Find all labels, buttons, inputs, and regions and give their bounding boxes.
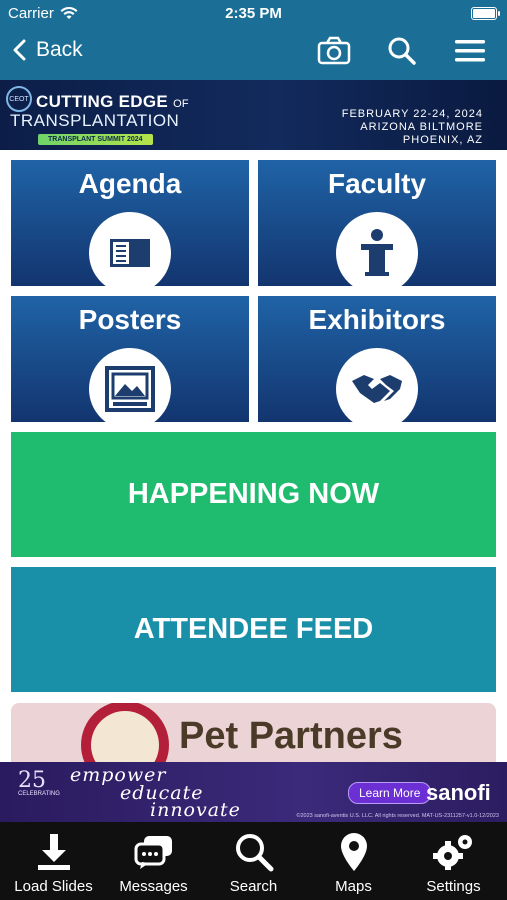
promo-line-innovate: innovate — [150, 799, 241, 821]
book-icon — [89, 212, 171, 294]
app-header: Carrier 2:35 PM Back — [0, 0, 507, 80]
handshake-icon — [336, 348, 418, 430]
promo-fine-print: ©2023 sanofi-aventis U.S. LLC. All right… — [296, 813, 499, 819]
tab-label: Search — [229, 878, 278, 895]
podium-icon — [336, 212, 418, 294]
banner-venue: ARIZONA BILTMORE — [360, 121, 483, 133]
back-label: Back — [36, 38, 83, 61]
promo-banner[interactable]: 25 CELEBRATING empower educate innovate … — [0, 762, 507, 822]
tile-label: Agenda — [78, 168, 182, 199]
tile-label: Posters — [78, 304, 182, 335]
navigation-bar: Back — [0, 32, 507, 72]
tile-label: Faculty — [327, 168, 427, 199]
banner-city: PHOENIX, AZ — [402, 134, 483, 146]
menu-icon[interactable] — [453, 36, 487, 66]
tab-label: Maps — [335, 878, 372, 895]
tab-settings[interactable]: Settings — [403, 830, 504, 895]
tab-label: Messages — [119, 878, 188, 895]
tile-faculty[interactable]: Faculty — [258, 160, 496, 294]
tab-search[interactable]: Search — [203, 830, 304, 895]
banner-title-line2: TRANSPLANTATION — [10, 111, 180, 130]
search-icon[interactable] — [385, 36, 419, 66]
learn-more-button[interactable]: Learn More — [348, 782, 432, 804]
tab-bar: Load Slides Messages Search Maps Setting… — [0, 822, 507, 900]
battery-icon — [471, 7, 500, 20]
event-banner: CEOT CUTTING EDGE OF TRANSPLANTATION TRA… — [0, 80, 507, 150]
clock: 2:35 PM — [225, 5, 282, 22]
attendee-feed-button[interactable]: ATTENDEE FEED — [11, 567, 496, 692]
banner-title-line1: CUTTING EDGE OF — [36, 92, 189, 111]
tab-label: Settings — [426, 878, 481, 895]
promo-brand: sanofi — [426, 780, 491, 805]
anniversary-badge: 25 CELEBRATING — [18, 768, 60, 797]
tab-label: Load Slides — [14, 878, 93, 895]
camera-icon[interactable] — [317, 36, 351, 66]
search-icon — [203, 830, 304, 874]
tab-maps[interactable]: Maps — [303, 830, 404, 895]
status-bar: Carrier 2:35 PM — [0, 0, 507, 28]
happening-now-label: HAPPENING NOW — [127, 478, 380, 510]
banner-event-info: FEBRUARY 22-24, 2024 ARIZONA BILTMORE PH… — [342, 108, 483, 147]
banner-subtitle: TRANSPLANT SUMMIT 2024 — [38, 134, 153, 145]
gear-icon — [403, 830, 504, 874]
happening-now-button[interactable]: HAPPENING NOW — [11, 432, 496, 557]
poster-icon — [89, 348, 171, 430]
attendee-feed-label: ATTENDEE FEED — [133, 613, 374, 645]
back-button[interactable]: Back — [12, 38, 83, 62]
chevron-left-icon — [13, 39, 26, 61]
sponsor-banner-pet-partners[interactable]: Pet Partners — [11, 703, 496, 763]
banner-dates: FEBRUARY 22-24, 2024 — [341, 108, 483, 120]
tab-load-slides[interactable]: Load Slides — [3, 830, 104, 895]
nav-actions — [317, 36, 487, 66]
tile-posters[interactable]: Posters — [11, 296, 249, 430]
tile-agenda[interactable]: Agenda — [11, 160, 249, 294]
tab-messages[interactable]: Messages — [103, 830, 204, 895]
sponsor-name: Pet Partners — [179, 715, 403, 757]
event-logo-badge: CEOT — [6, 86, 32, 112]
tile-label: Exhibitors — [308, 304, 446, 335]
messages-icon — [103, 830, 204, 874]
download-icon — [3, 830, 104, 874]
tile-exhibitors[interactable]: Exhibitors — [258, 296, 496, 430]
map-pin-icon — [303, 830, 404, 874]
